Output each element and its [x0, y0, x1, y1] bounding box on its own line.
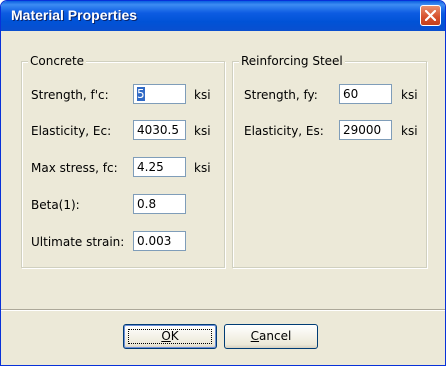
concrete-beta1-value: 0.8	[137, 197, 157, 211]
steel-strength-label: Strength, fy:	[244, 88, 318, 102]
steel-strength-value: 60	[343, 87, 359, 101]
concrete-strength-label: Strength, f'c:	[31, 88, 109, 102]
concrete-ultimate-strain-input[interactable]: 0.003	[133, 231, 186, 251]
concrete-strength-unit: ksi	[194, 88, 211, 102]
steel-elasticity-value: 29000	[343, 123, 382, 137]
cancel-mnemonic: C	[250, 329, 260, 343]
concrete-max-stress-unit: ksi	[194, 161, 211, 175]
close-icon	[425, 10, 436, 21]
concrete-beta1-label: Beta(1):	[31, 198, 80, 212]
concrete-strength-input[interactable]: 5	[133, 84, 186, 104]
concrete-elasticity-label: Elasticity, Ec:	[31, 124, 112, 138]
cancel-button[interactable]: Cancel	[224, 324, 318, 349]
steel-strength-input[interactable]: 60	[339, 84, 392, 104]
steel-elasticity-unit: ksi	[401, 124, 418, 138]
steel-elasticity-input[interactable]: 29000	[339, 120, 392, 140]
title-bar[interactable]: Material Properties	[1, 1, 445, 31]
reinforcing-steel-group-legend: Reinforcing Steel	[239, 54, 345, 68]
concrete-elasticity-input[interactable]: 4030.5	[133, 120, 186, 140]
cancel-label: ancel	[259, 329, 292, 343]
concrete-group-legend: Concrete	[28, 54, 87, 68]
concrete-ultimate-strain-value: 0.003	[137, 234, 172, 248]
concrete-max-stress-value: 4.25	[137, 160, 164, 174]
concrete-ultimate-strain-label: Ultimate strain:	[31, 235, 125, 249]
concrete-max-stress-label: Max stress, fc:	[31, 161, 118, 175]
button-bar-divider	[1, 309, 445, 311]
material-properties-dialog: Material Properties Concrete Strength, f…	[0, 0, 446, 366]
steel-elasticity-label: Elasticity, Es:	[244, 124, 324, 138]
steel-strength-unit: ksi	[401, 88, 418, 102]
concrete-strength-value: 5	[137, 87, 145, 101]
concrete-max-stress-input[interactable]: 4.25	[133, 157, 186, 177]
ok-button[interactable]: OK	[123, 324, 217, 349]
concrete-elasticity-unit: ksi	[194, 124, 211, 138]
concrete-beta1-input[interactable]: 0.8	[133, 194, 186, 214]
ok-focus-ring	[128, 329, 212, 344]
concrete-elasticity-value: 4030.5	[137, 123, 179, 137]
close-button[interactable]	[420, 5, 441, 26]
dialog-title: Material Properties	[11, 7, 138, 23]
